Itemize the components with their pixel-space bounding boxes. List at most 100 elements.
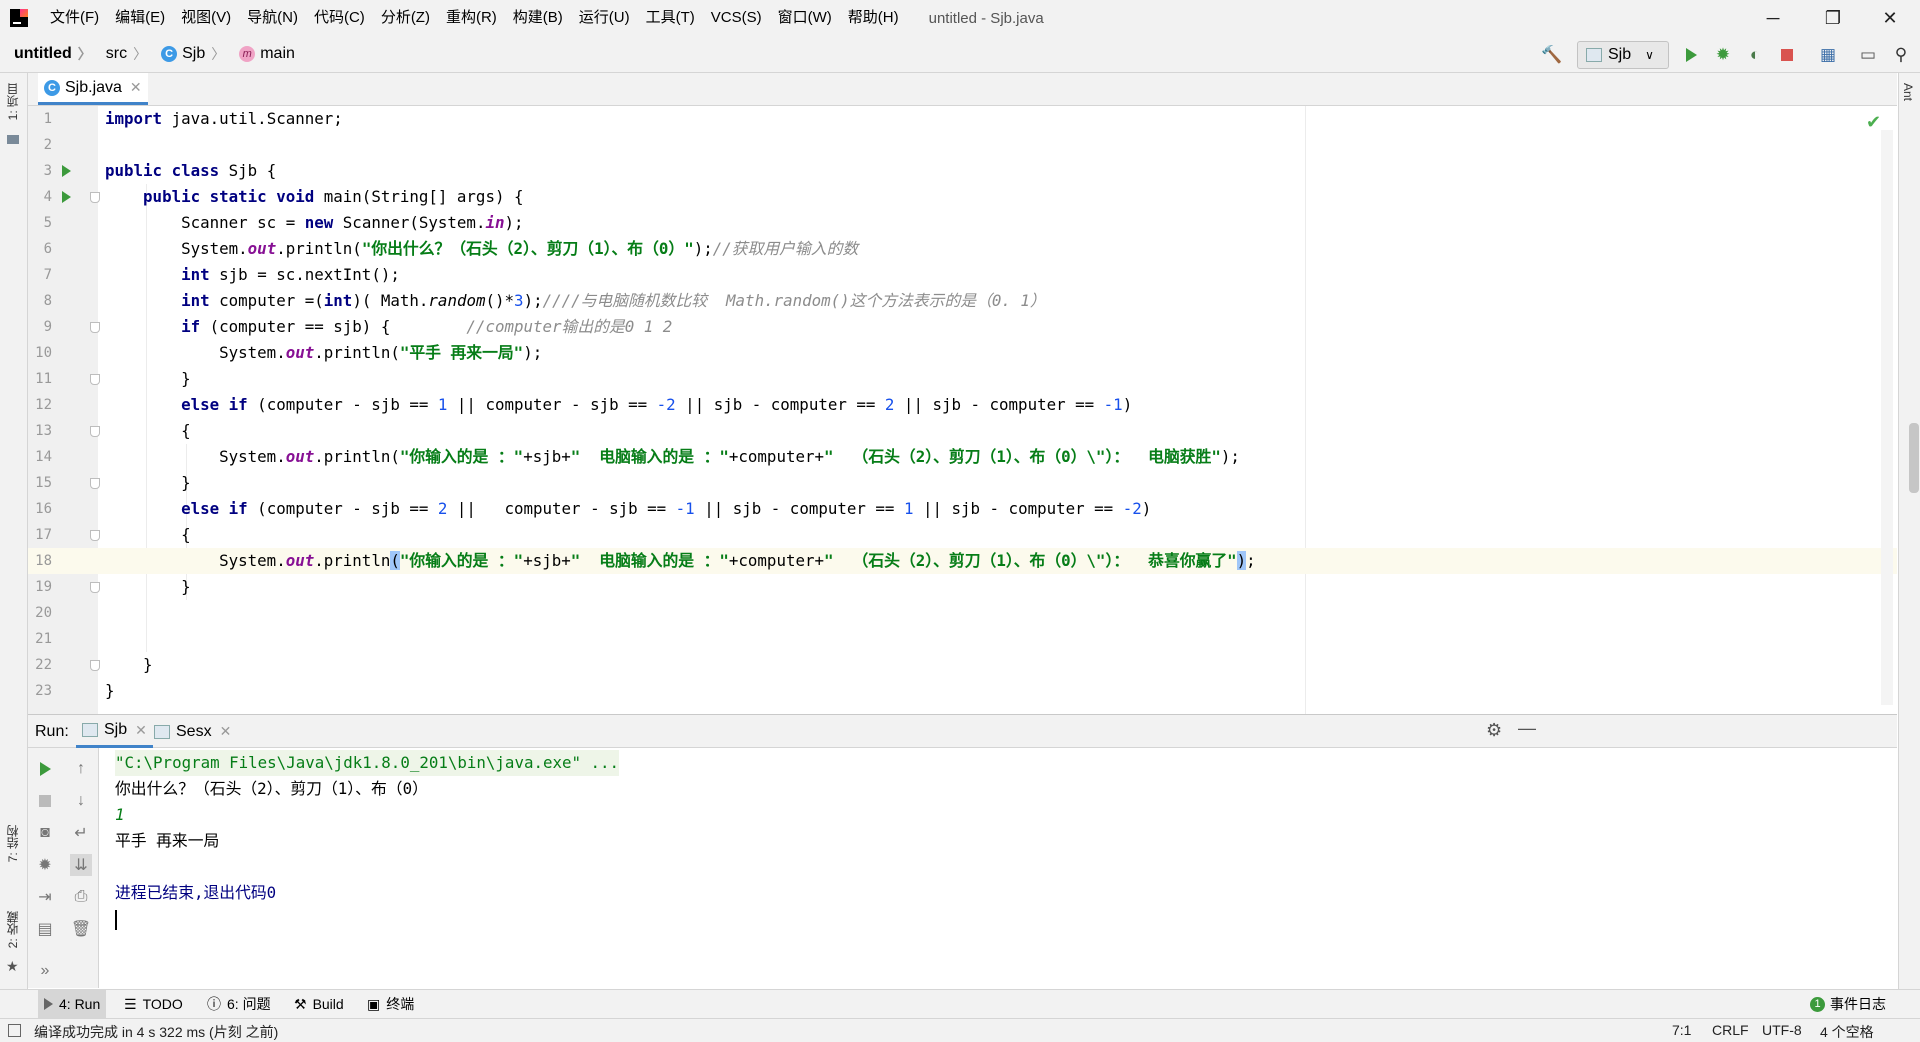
right-tool-strip: Ant	[1898, 73, 1920, 1020]
run-tab-sesx[interactable]: Sesx ✕	[154, 715, 231, 748]
fold-icon[interactable]	[90, 478, 100, 489]
layout-icon[interactable]: ▤	[34, 918, 56, 940]
close-tab-icon[interactable]: ✕	[220, 723, 232, 740]
close-tab-icon[interactable]: ✕	[130, 79, 142, 96]
fold-icon[interactable]	[90, 530, 100, 541]
tab-favorites[interactable]: 2: 收藏	[4, 911, 21, 948]
tab-sjb-java[interactable]: C Sjb.java ✕	[38, 73, 148, 105]
menu-refactor[interactable]: 重构(R)	[438, 0, 505, 36]
indent-setting[interactable]: 4 个空格	[1820, 1022, 1874, 1042]
restore-icon[interactable]: ❐	[1805, 0, 1861, 36]
tab-ant[interactable]: Ant	[1901, 83, 1915, 101]
camera-icon[interactable]: ◙	[34, 822, 56, 844]
code-line: 20	[35, 605, 52, 621]
menu-file[interactable]: 文件(F)	[42, 0, 107, 36]
search-icon[interactable]: ⚲	[1890, 44, 1912, 66]
tab-project[interactable]: 1: 项目	[4, 83, 21, 120]
run-icon[interactable]	[1680, 44, 1702, 66]
more-icon[interactable]: »	[34, 960, 56, 982]
folder-icon	[7, 135, 19, 144]
stop-icon[interactable]	[1776, 44, 1798, 66]
menu-view[interactable]: 视图(V)	[173, 0, 239, 36]
debug-icon[interactable]: ✹	[1712, 44, 1734, 66]
tool-tab-todo[interactable]: ☰ TODO	[124, 990, 183, 1018]
fold-icon[interactable]	[90, 582, 100, 593]
console-output[interactable]: "C:\Program Files\Java\jdk1.8.0_201\bin\…	[99, 748, 1897, 988]
breadcrumb-src[interactable]: src 〉	[106, 44, 147, 64]
arrow-down-icon[interactable]: ↓	[70, 790, 92, 812]
rerun-icon[interactable]	[34, 758, 56, 780]
close-window-icon[interactable]: ✕	[1862, 0, 1918, 36]
class-icon: C	[161, 46, 178, 62]
code-editor[interactable]: 1 import java.util.Scanner; 2 3 public cla…	[28, 106, 1897, 714]
menu-analyze[interactable]: 分析(Z)	[373, 0, 438, 36]
scroll-to-end-icon[interactable]: ⇊	[70, 854, 92, 876]
run-panel-header: Run: Sjb ✕ Sesx ✕ ⚙ —	[28, 714, 1897, 748]
line-separator[interactable]: CRLF	[1712, 1022, 1749, 1038]
arrow-up-icon[interactable]: ↑	[70, 758, 92, 780]
tool-tab-run[interactable]: 4: Run	[38, 990, 107, 1018]
console-prompt: 你出什么？（石头（2）、剪刀（1）、布（0）	[115, 779, 428, 798]
fold-icon[interactable]	[90, 426, 100, 437]
code-line: 1 import java.util.Scanner;	[43, 109, 343, 128]
console-command: "C:\Program Files\Java\jdk1.8.0_201\bin\…	[115, 750, 620, 776]
hide-panel-icon[interactable]: —	[1518, 718, 1536, 739]
menu-build[interactable]: 构建(B)	[505, 0, 571, 36]
run-config-select[interactable]: Sjb ∨	[1577, 41, 1669, 69]
tool-windows-toggle-icon[interactable]	[8, 1024, 21, 1037]
editor-scrollbar[interactable]	[1881, 130, 1893, 705]
tool-tab-event-log[interactable]: 1 事件日志	[1810, 990, 1886, 1018]
terminal-icon: ▣	[367, 995, 381, 1012]
menu-edit[interactable]: 编辑(E)	[107, 0, 173, 36]
tab-structure[interactable]: 7: 结构	[4, 825, 21, 862]
debug-icon[interactable]: ✹	[34, 854, 56, 876]
menu-tools[interactable]: 工具(T)	[638, 0, 703, 36]
layout-icon[interactable]: ▭	[1857, 44, 1879, 66]
minimize-icon[interactable]: ─	[1745, 0, 1801, 36]
fold-icon[interactable]	[90, 192, 100, 203]
close-tab-icon[interactable]: ✕	[135, 722, 147, 739]
breadcrumb-class[interactable]: C Sjb 〉	[161, 44, 225, 64]
run-tab-sjb[interactable]: Sjb ✕	[76, 715, 153, 748]
run-coverage-icon[interactable]: ◐	[1744, 44, 1766, 66]
trash-icon[interactable]: 🗑	[70, 918, 92, 940]
list-icon: ☰	[124, 995, 137, 1012]
menu-vcs[interactable]: VCS(S)	[703, 0, 770, 36]
code-line: 9 if (computer == sjb) { //computer输出的是0…	[43, 317, 673, 336]
soft-wrap-icon[interactable]: ↵	[70, 822, 92, 844]
restore-layout-icon[interactable]: ⇥	[34, 886, 56, 908]
caret-position[interactable]: 7:1	[1672, 1022, 1691, 1038]
build-hammer-icon[interactable]: 🔨	[1541, 44, 1563, 66]
status-bar: 编译成功完成 in 4 s 322 ms (片刻 之前) 7:1 CRLF UT…	[0, 1018, 1920, 1042]
code-line: 15 }	[35, 473, 191, 492]
print-icon[interactable]: ⎙	[70, 886, 92, 908]
status-message: 编译成功完成 in 4 s 322 ms (片刻 之前)	[34, 1024, 279, 1040]
text-cursor	[115, 910, 117, 930]
tool-tab-build[interactable]: ⚒ Build	[294, 990, 344, 1018]
scroll-thumb[interactable]	[1909, 423, 1919, 493]
gear-icon[interactable]: ⚙	[1486, 720, 1502, 741]
menu-run[interactable]: 运行(U)	[571, 0, 638, 36]
menu-window[interactable]: 窗口(W)	[770, 0, 840, 36]
tool-tab-terminal[interactable]: ▣ 终端	[367, 990, 414, 1018]
fold-icon[interactable]	[90, 374, 100, 385]
menu-code[interactable]: 代码(C)	[306, 0, 373, 36]
tool-tab-problems[interactable]: ⓘ 6: 问题	[207, 990, 271, 1018]
code-line: 3 public class Sjb {	[43, 161, 277, 180]
breadcrumb-method[interactable]: m main	[239, 45, 295, 63]
breadcrumb-project[interactable]: untitled 〉	[14, 44, 92, 64]
menu-navigate[interactable]: 导航(N)	[239, 0, 306, 36]
run-gutter-icon[interactable]	[62, 165, 71, 177]
stop-icon[interactable]	[34, 790, 56, 812]
code-line: 10 System.out.println("平手 再来一局");	[35, 343, 543, 362]
editor-tab-bar: C Sjb.java ✕	[28, 73, 1897, 106]
run-gutter-icon[interactable]	[62, 191, 71, 203]
fold-icon[interactable]	[90, 322, 100, 333]
fold-icon[interactable]	[90, 660, 100, 671]
menu-help[interactable]: 帮助(H)	[840, 0, 907, 36]
project-structure-icon[interactable]: ▦	[1817, 44, 1839, 66]
console-result: 平手 再来一局	[115, 831, 220, 850]
event-count-badge: 1	[1810, 996, 1825, 1012]
no-problems-check-icon: ✔	[1866, 112, 1882, 132]
file-encoding[interactable]: UTF-8	[1762, 1022, 1802, 1038]
